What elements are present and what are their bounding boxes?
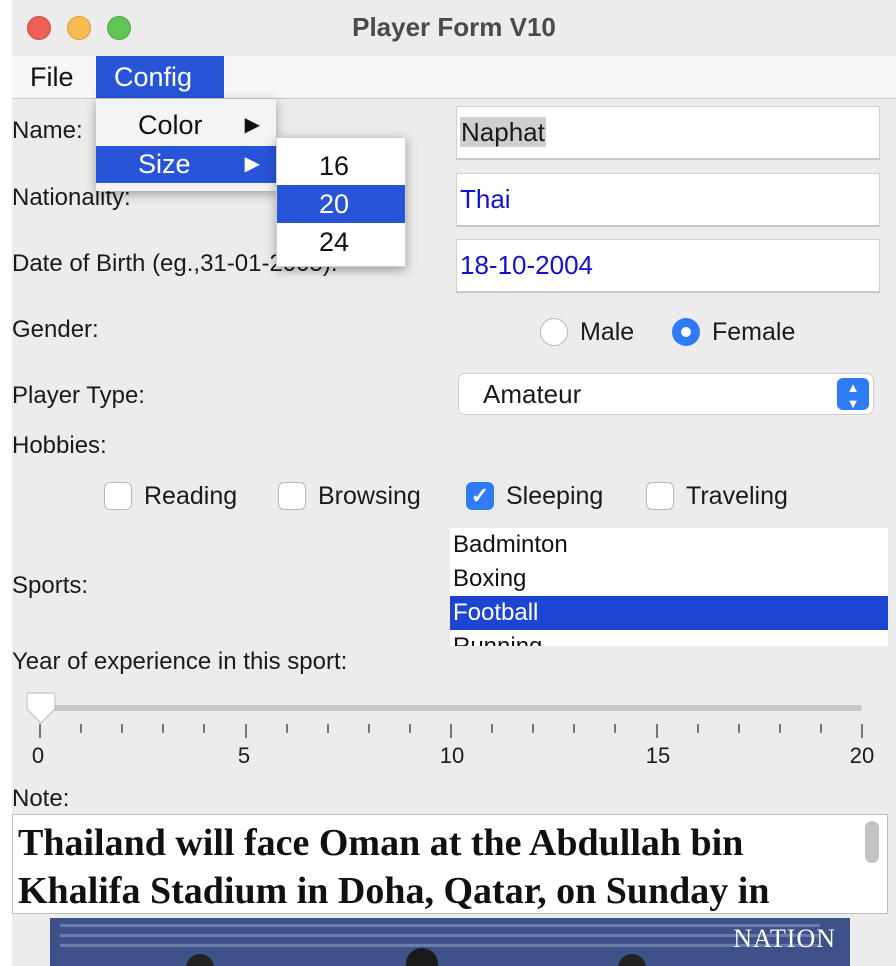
menu-item-size[interactable]: Size ▶ [96, 146, 276, 183]
hobby-browsing-checkbox[interactable] [278, 482, 306, 510]
slider-tick [450, 724, 452, 738]
experience-slider-thumb[interactable] [26, 691, 56, 725]
slider-tick [819, 724, 822, 733]
window-title: Player Form V10 [352, 12, 556, 42]
title-bar: Player Form V10 [12, 0, 896, 56]
slider-tick [573, 724, 576, 733]
slider-tick-label: 10 [439, 743, 465, 768]
slider-tick [244, 724, 247, 738]
nation-logo: NATION [733, 924, 836, 953]
list-item[interactable]: Badminton [450, 528, 888, 562]
hobby-reading-checkbox[interactable] [104, 482, 132, 510]
gender-female-radio[interactable] [672, 318, 700, 346]
experience-slider-track[interactable] [40, 705, 862, 711]
stadium-image-graphic [50, 918, 850, 966]
slider-tick-label: 5 [237, 743, 251, 768]
hobby-reading-label: Reading [144, 482, 238, 510]
size-option-16[interactable]: 16 [277, 147, 405, 185]
slider-tick-label: 20 [849, 743, 875, 768]
submenu-arrow-icon: ▶ [244, 114, 260, 136]
slider-tick [326, 724, 329, 733]
slider-tick [614, 724, 617, 733]
gender-male-radio[interactable] [540, 318, 568, 346]
note-textarea[interactable]: Thailand will face Oman at the Abdullah … [12, 814, 888, 914]
hobby-sleeping-label: Sleeping [506, 482, 604, 510]
note-label: Note: [12, 785, 70, 812]
menu-file[interactable]: File [12, 56, 92, 98]
name-field[interactable]: Naphat [456, 106, 880, 160]
menu-item-size-label: Size [138, 149, 191, 179]
menu-config[interactable]: Config [96, 56, 224, 98]
experience-label: Year of experience in this sport: [12, 648, 348, 675]
hobby-traveling-checkbox[interactable] [646, 482, 674, 510]
menu-item-color-label: Color [138, 110, 203, 140]
slider-tick [532, 724, 535, 733]
slider-tick [121, 724, 124, 733]
slider-tick [162, 724, 165, 733]
menu-item-color[interactable]: Color ▶ [96, 107, 276, 144]
slider-tick [491, 724, 494, 733]
news-image: NATION [50, 918, 850, 966]
slider-tick [39, 724, 41, 738]
size-option-20[interactable]: 20 [277, 185, 405, 223]
slider-tick [203, 724, 206, 733]
slider-tick-label: 0 [31, 743, 45, 768]
sports-list[interactable]: Badminton Boxing Football Running [450, 528, 888, 646]
hobby-browsing-label: Browsing [318, 482, 421, 510]
slider-tick [861, 724, 863, 738]
list-item[interactable]: Boxing [450, 562, 888, 596]
slider-tick [737, 724, 740, 733]
player-type-label: Player Type: [12, 382, 145, 409]
sports-label: Sports: [12, 572, 89, 599]
slider-tick [778, 724, 781, 733]
list-item[interactable]: Football [450, 596, 888, 630]
slider-tick [655, 724, 658, 738]
name-value: Naphat [460, 117, 546, 147]
dob-field[interactable]: 18-10-2004 [456, 239, 880, 293]
size-submenu: 16 20 24 [276, 137, 406, 267]
slider-tick [408, 724, 411, 733]
gender-female-label: Female [712, 318, 796, 346]
slider-tick [80, 724, 83, 733]
gender-male-label: Male [580, 318, 635, 346]
config-dropdown-menu: Color ▶ Size ▶ [96, 99, 276, 191]
size-option-24[interactable]: 24 [277, 223, 405, 261]
slider-tick [696, 724, 699, 733]
chevron-up-down-icon: ▲ ▼ [837, 378, 869, 410]
note-scrollbar[interactable] [865, 821, 879, 863]
hobby-sleeping-checkbox[interactable]: ✓ [466, 482, 494, 510]
hobby-traveling-label: Traveling [686, 482, 788, 510]
slider-tick [367, 724, 370, 733]
note-text: Thailand will face Oman at the Abdullah … [18, 822, 770, 912]
slider-tick-label: 15 [645, 743, 671, 768]
checkmark-icon: ✓ [470, 483, 490, 508]
nationality-field[interactable]: Thai [456, 173, 880, 227]
slider-tick [285, 724, 288, 733]
submenu-arrow-icon: ▶ [244, 153, 260, 175]
menu-bar: File Config [12, 56, 896, 99]
list-item[interactable]: Running [450, 630, 888, 646]
gender-label: Gender: [12, 316, 99, 343]
player-type-select[interactable]: Amateur ▲ ▼ [458, 373, 874, 415]
name-label: Name: [12, 117, 83, 144]
hobbies-label: Hobbies: [12, 432, 107, 459]
player-type-value: Amateur [483, 379, 582, 409]
